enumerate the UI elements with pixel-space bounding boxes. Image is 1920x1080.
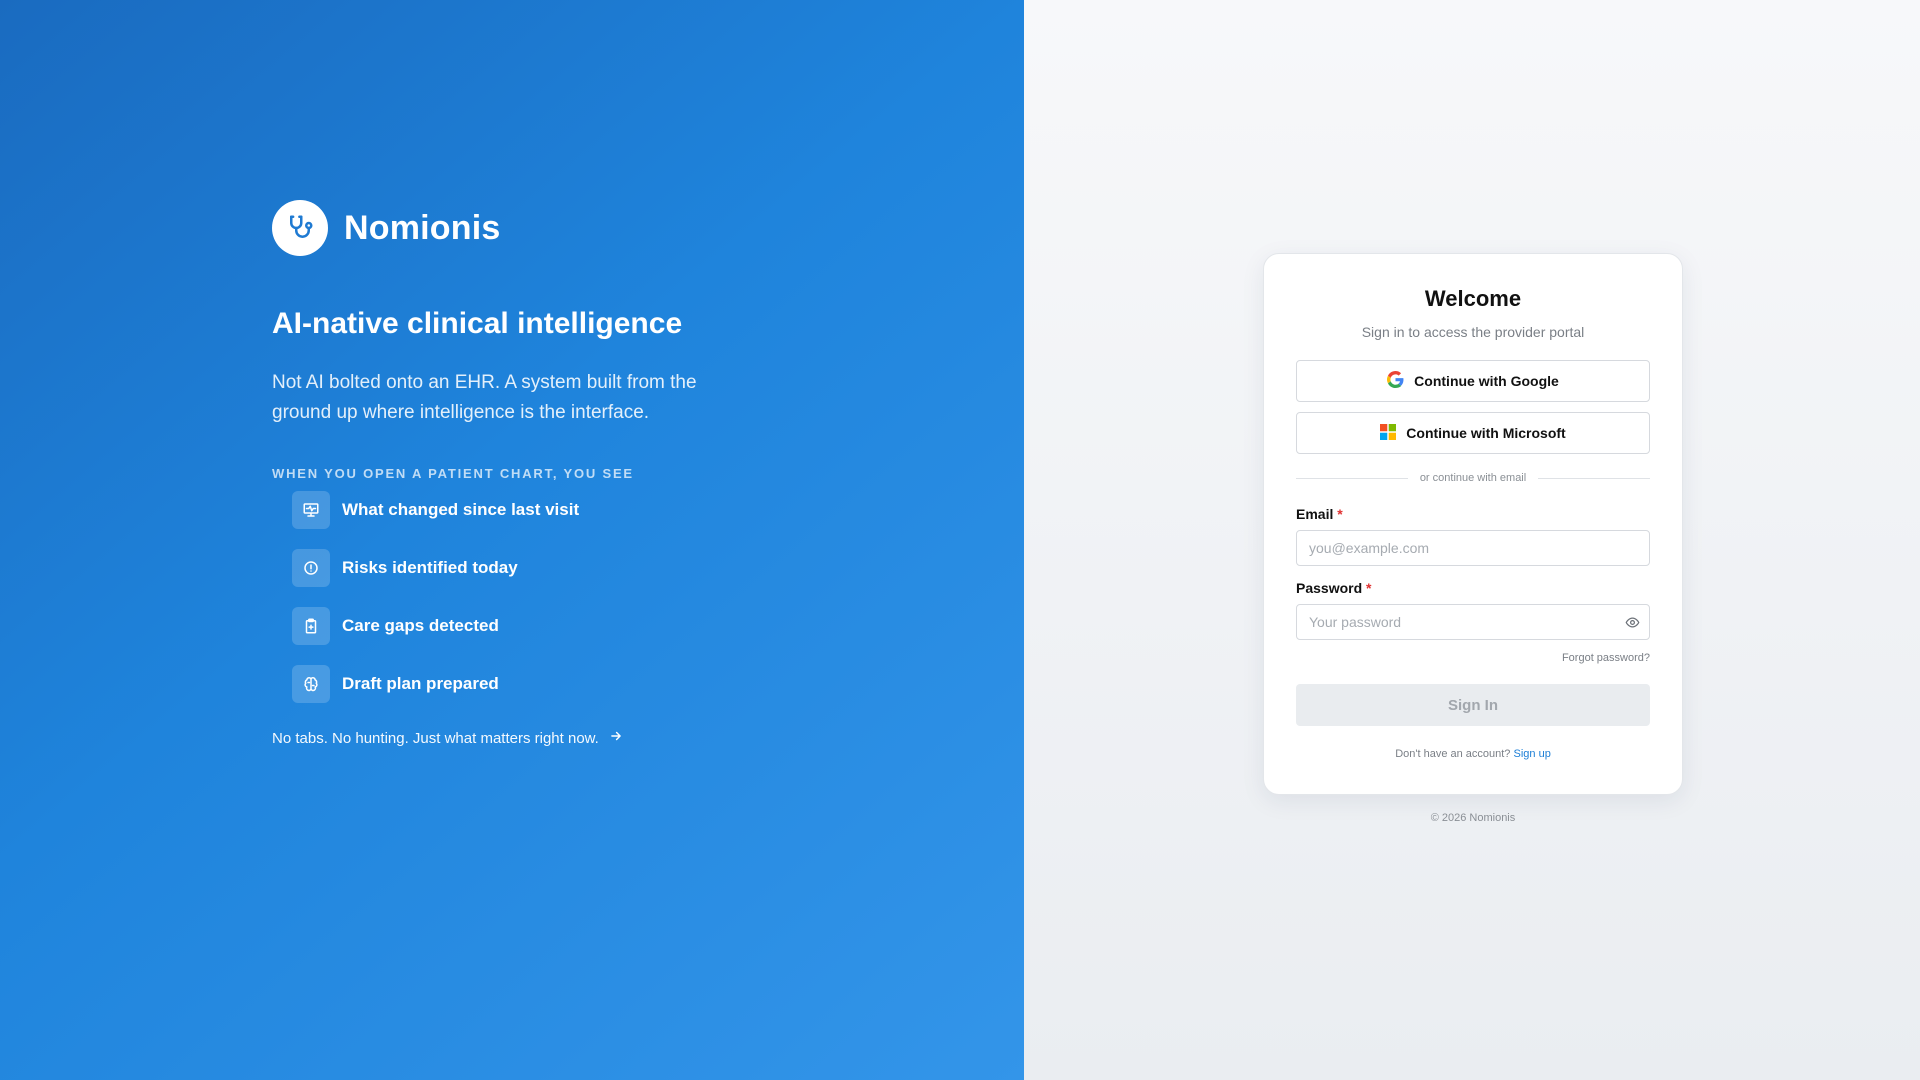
alert-circle-icon bbox=[292, 549, 330, 587]
feature-item: Care gaps detected bbox=[292, 607, 772, 645]
divider-line bbox=[1296, 477, 1408, 479]
google-signin-label: Continue with Google bbox=[1414, 373, 1559, 389]
clipboard-plus-icon bbox=[292, 607, 330, 645]
brand: Nomionis bbox=[272, 200, 772, 256]
copyright: © 2026 Nomionis bbox=[1430, 812, 1516, 824]
login-title: Welcome bbox=[1424, 286, 1522, 311]
email-label: Email * bbox=[1296, 506, 1650, 522]
login-card: Welcome Sign in to access the provider p… bbox=[1263, 253, 1683, 795]
password-field[interactable] bbox=[1296, 604, 1650, 640]
email-label-text: Email bbox=[1296, 506, 1334, 522]
or-divider: or continue with email bbox=[1296, 472, 1651, 484]
feature-label: What changed since last visit bbox=[342, 500, 580, 519]
microsoft-icon bbox=[1380, 423, 1397, 443]
feature-label: Draft plan prepared bbox=[342, 674, 499, 693]
feature-item: Draft plan prepared bbox=[292, 665, 772, 703]
feature-item: Risks identified today bbox=[292, 549, 772, 587]
feature-list: What changed since last visit Risks iden… bbox=[272, 491, 772, 703]
tagline-text: No tabs. No hunting. Just what matters r… bbox=[272, 729, 599, 747]
login-subtitle: Sign in to access the provider portal bbox=[1361, 324, 1585, 340]
email-field-wrapper bbox=[1296, 530, 1650, 566]
signup-row: Don't have an account? Sign up bbox=[1296, 748, 1650, 760]
password-field-wrapper bbox=[1296, 604, 1650, 640]
feature-item: What changed since last visit bbox=[292, 491, 772, 529]
google-icon bbox=[1387, 371, 1404, 391]
sign-in-button[interactable]: Sign In bbox=[1296, 684, 1650, 726]
auth-panel: Welcome Sign in to access the provider p… bbox=[1024, 0, 1920, 1080]
eye-icon[interactable] bbox=[1624, 614, 1640, 630]
microsoft-signin-label: Continue with Microsoft bbox=[1406, 425, 1566, 441]
features-section-label: WHEN YOU OPEN A PATIENT CHART, YOU SEE bbox=[272, 466, 634, 481]
password-label-text: Password bbox=[1296, 580, 1363, 596]
brand-name: Nomionis bbox=[344, 208, 501, 247]
required-marker: * bbox=[1337, 506, 1343, 522]
monitor-pulse-icon bbox=[292, 491, 330, 529]
divider-line bbox=[1538, 477, 1651, 479]
microsoft-signin-button[interactable]: Continue with Microsoft bbox=[1296, 412, 1650, 454]
hero-description: Not AI bolted onto an EHR. A system buil… bbox=[272, 372, 697, 423]
password-label: Password * bbox=[1296, 580, 1650, 596]
signup-prompt: Don't have an account? bbox=[1395, 748, 1511, 760]
stethoscope-icon bbox=[272, 200, 328, 256]
google-signin-button[interactable]: Continue with Google bbox=[1296, 360, 1650, 402]
divider-text: or continue with email bbox=[1419, 472, 1527, 484]
forgot-password-link[interactable]: Forgot password? bbox=[1296, 652, 1650, 664]
hero-headline: AI-native clinical intelligence bbox=[272, 307, 683, 340]
feature-label: Risks identified today bbox=[342, 558, 518, 577]
brain-icon bbox=[292, 665, 330, 703]
feature-label: Care gaps detected bbox=[342, 616, 499, 635]
email-field[interactable] bbox=[1296, 530, 1650, 566]
arrow-right-icon bbox=[609, 729, 623, 747]
tagline: No tabs. No hunting. Just what matters r… bbox=[272, 729, 772, 747]
marketing-panel: Nomionis AI-native clinical intelligence… bbox=[0, 0, 1024, 1080]
marketing-content: Nomionis AI-native clinical intelligence… bbox=[272, 200, 772, 747]
sign-up-link[interactable]: Sign up bbox=[1514, 748, 1551, 760]
required-marker: * bbox=[1366, 580, 1372, 596]
